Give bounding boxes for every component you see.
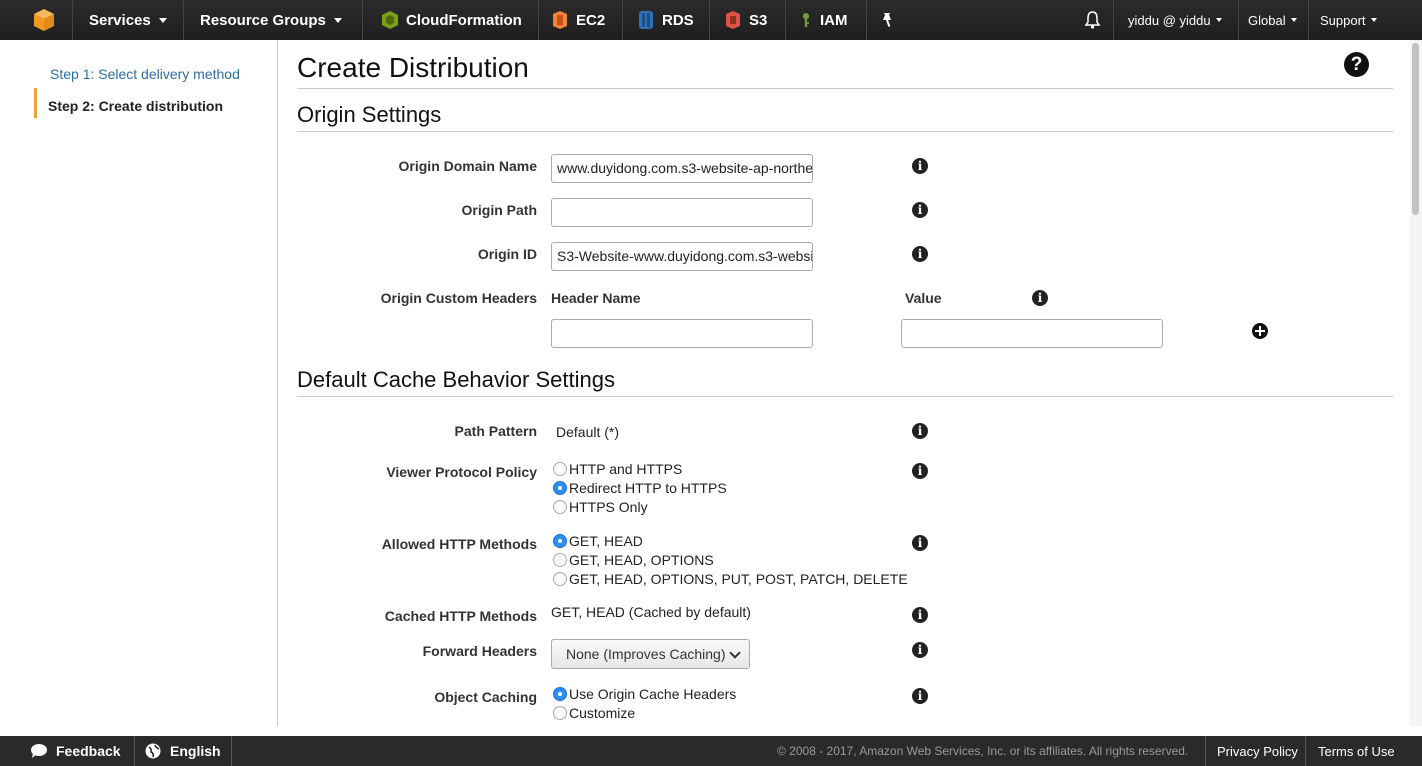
origin-settings-heading: Origin Settings [297, 102, 442, 127]
radio-button[interactable] [553, 705, 567, 720]
path-pattern-value: Default (*) [556, 424, 620, 440]
s3-icon [726, 11, 740, 29]
shortcut-rds[interactable]: RDS [637, 0, 694, 40]
info-icon[interactable]: i [1032, 290, 1048, 306]
forward-headers-label: Forward Headers [422, 643, 537, 659]
cache-behavior-heading: Default Cache Behavior Settings [297, 367, 615, 392]
origin-domain-label: Origin Domain Name [398, 158, 537, 174]
vertical-scrollbar[interactable] [1410, 40, 1422, 726]
radio-button[interactable] [553, 461, 567, 476]
user-account-menu[interactable]: yiddu @ yiddu [1128, 0, 1222, 40]
info-icon[interactable]: i [912, 688, 928, 704]
radio-button-selected[interactable] [553, 533, 567, 548]
divider [297, 396, 1393, 397]
value-column: Value [905, 290, 942, 306]
viewer-protocol-option[interactable]: HTTPS Only [553, 497, 648, 516]
viewer-protocol-option[interactable]: HTTP and HTTPS [553, 459, 682, 478]
allowed-methods-option[interactable]: GET, HEAD [553, 531, 643, 550]
privacy-policy-link[interactable]: Privacy Policy [1217, 736, 1298, 766]
radio-button-selected[interactable] [553, 480, 567, 495]
chevron-down-icon [1370, 18, 1377, 22]
info-icon[interactable]: i [912, 158, 928, 174]
divider [297, 131, 1393, 132]
allowed-methods-option[interactable]: GET, HEAD, OPTIONS, PUT, POST, PATCH, DE… [553, 569, 908, 588]
services-menu[interactable]: Services [89, 0, 167, 40]
resource-groups-menu[interactable]: Resource Groups [200, 0, 342, 40]
help-icon[interactable]: ? [1344, 52, 1369, 77]
path-pattern-label: Path Pattern [454, 423, 537, 439]
top-navigation-bar: Services Resource Groups CloudFormation … [0, 0, 1422, 40]
step2-current: Step 2: Create distribution [48, 98, 224, 114]
globe-icon [145, 743, 161, 759]
feedback-link[interactable]: Feedback [30, 736, 121, 766]
rds-icon [639, 11, 653, 29]
ec2-icon [553, 11, 567, 29]
copyright-text: © 2008 - 2017, Amazon Web Services, Inc.… [777, 744, 1189, 758]
info-icon[interactable]: i [912, 463, 928, 479]
language-selector[interactable]: English [145, 736, 221, 766]
origin-id-label: Origin ID [477, 246, 537, 262]
forward-headers-select[interactable]: None (Improves Caching) [551, 639, 750, 669]
allowed-methods-label: Allowed HTTP Methods [381, 536, 537, 552]
main-content: Create Distribution ? Origin Settings Or… [279, 40, 1410, 726]
terms-of-use-link[interactable]: Terms of Use [1318, 736, 1395, 766]
footer-spacer [0, 726, 1422, 736]
header-name-column: Header Name [551, 290, 641, 306]
viewer-protocol-label: Viewer Protocol Policy [386, 464, 537, 480]
page-title: Create Distribution [297, 52, 529, 83]
cached-methods-value: GET, HEAD (Cached by default) [551, 604, 751, 620]
active-step-indicator [34, 88, 37, 118]
object-caching-option[interactable]: Use Origin Cache Headers [553, 684, 736, 703]
chevron-down-icon [1290, 18, 1297, 22]
cached-methods-label: Cached HTTP Methods [384, 608, 537, 624]
support-menu[interactable]: Support [1320, 0, 1377, 40]
info-icon[interactable]: i [912, 202, 928, 218]
header-value-input[interactable] [901, 319, 1163, 348]
allowed-methods-option[interactable]: GET, HEAD, OPTIONS [553, 550, 714, 569]
origin-path-label: Origin Path [461, 202, 537, 218]
origin-id-input[interactable]: S3-Website-www.duyidong.com.s3-website-a… [551, 242, 813, 271]
shortcut-cloudformation[interactable]: CloudFormation [381, 0, 522, 40]
viewer-protocol-option[interactable]: Redirect HTTP to HTTPS [553, 478, 727, 497]
info-icon[interactable]: i [912, 423, 928, 439]
shortcut-iam[interactable]: IAM [799, 0, 848, 40]
step1-link[interactable]: Step 1: Select delivery method [50, 66, 240, 82]
shortcut-ec2[interactable]: EC2 [551, 0, 605, 40]
divider [297, 88, 1393, 89]
speech-bubble-icon [31, 744, 47, 758]
aws-logo-icon[interactable] [32, 0, 56, 40]
iam-icon [802, 13, 810, 27]
origin-path-input[interactable] [551, 198, 813, 227]
info-icon[interactable]: i [912, 642, 928, 658]
radio-button[interactable] [553, 499, 567, 514]
chevron-down-icon [158, 17, 167, 23]
chevron-down-icon [333, 17, 342, 23]
object-caching-option[interactable]: Customize [553, 703, 635, 722]
info-icon[interactable]: i [912, 607, 928, 623]
bell-icon[interactable] [1084, 0, 1101, 40]
radio-button[interactable] [553, 571, 567, 586]
scrollbar-thumb[interactable] [1412, 43, 1419, 215]
info-icon[interactable]: i [912, 535, 928, 551]
info-icon[interactable]: i [912, 246, 928, 262]
console-footer: Feedback English © 2008 - 2017, Amazon W… [0, 736, 1422, 766]
radio-button-selected[interactable] [553, 686, 567, 701]
wizard-steps-sidebar: Step 1: Select delivery method Step 2: C… [0, 40, 278, 726]
region-menu[interactable]: Global [1248, 0, 1297, 40]
add-header-icon[interactable] [1252, 323, 1268, 339]
cloudformation-icon [382, 11, 398, 29]
shortcut-s3[interactable]: S3 [724, 0, 767, 40]
object-caching-label: Object Caching [434, 689, 537, 705]
header-name-input[interactable] [551, 319, 813, 348]
origin-domain-input[interactable]: www.duyidong.com.s3-website-ap-northeast… [551, 154, 813, 183]
custom-headers-label: Origin Custom Headers [380, 290, 537, 306]
chevron-down-icon [1215, 18, 1222, 22]
radio-button[interactable] [553, 552, 567, 567]
chevron-down-icon [729, 647, 741, 659]
pin-icon[interactable] [880, 0, 894, 40]
